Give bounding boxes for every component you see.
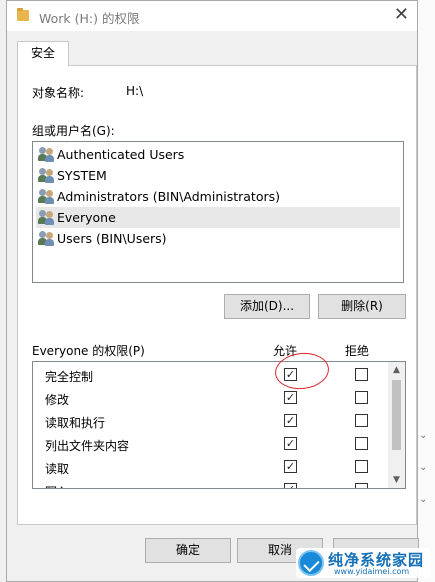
deny-checkbox[interactable] bbox=[355, 368, 368, 381]
allow-checkbox[interactable]: ✓ bbox=[284, 460, 297, 473]
list-item-users[interactable]: Users (BIN\Users) bbox=[36, 228, 400, 249]
deny-column-header: 拒绝 bbox=[345, 344, 370, 358]
allow-checkbox[interactable]: ✓ bbox=[284, 391, 297, 404]
permission-row-write: 写入 ✓ bbox=[33, 479, 389, 488]
list-item-label: SYSTEM bbox=[57, 168, 107, 183]
list-item-label: Authenticated Users bbox=[57, 147, 185, 162]
list-item-administrators[interactable]: Administrators (BIN\Administrators) bbox=[36, 186, 400, 207]
background-icons: ⌄ ⌄ ⌄ bbox=[419, 430, 428, 505]
title-bar: Work (H:) 的权限 ✕ bbox=[7, 1, 417, 31]
user-group-icon bbox=[38, 231, 56, 246]
object-name-value: H:\ bbox=[126, 84, 144, 98]
deny-checkbox[interactable] bbox=[355, 391, 368, 404]
permission-row-full-control: 完全控制 ✓ bbox=[33, 364, 389, 387]
close-button[interactable]: ✕ bbox=[394, 4, 409, 25]
ok-button[interactable]: 确定 bbox=[145, 538, 231, 563]
permission-name: 读取和执行 bbox=[45, 416, 106, 430]
list-item-everyone[interactable]: Everyone bbox=[36, 207, 400, 228]
permission-row-list-folder: 列出文件夹内容 ✓ bbox=[33, 433, 389, 456]
group-user-list[interactable]: Authenticated Users SYSTEM Administrator… bbox=[32, 141, 404, 283]
user-group-icon bbox=[38, 147, 56, 162]
tab-security[interactable]: 安全 bbox=[17, 41, 69, 66]
permission-row-modify: 修改 ✓ bbox=[33, 387, 389, 410]
permission-name: 读取 bbox=[45, 462, 70, 476]
permission-row-read-execute: 读取和执行 ✓ bbox=[33, 410, 389, 433]
list-item-label: Everyone bbox=[57, 210, 116, 225]
permissions-scrollbar[interactable]: ▲ ▼ bbox=[388, 362, 405, 488]
user-group-icon bbox=[38, 210, 56, 225]
permission-name: 写入 bbox=[45, 483, 69, 488]
permission-name: 完全控制 bbox=[45, 370, 94, 384]
security-panel: 对象名称: H:\ 组或用户名(G): Authenticated Users … bbox=[17, 65, 417, 525]
scroll-up-icon[interactable]: ▲ bbox=[388, 362, 405, 378]
add-button[interactable]: 添加(D)... bbox=[224, 294, 310, 319]
remove-button[interactable]: 删除(R) bbox=[318, 294, 406, 319]
allow-checkbox[interactable]: ✓ bbox=[284, 414, 297, 427]
watermark-url: www.yidaimei.com bbox=[334, 567, 410, 576]
deny-checkbox[interactable] bbox=[355, 483, 368, 488]
deny-checkbox[interactable] bbox=[355, 437, 368, 450]
list-item-label: Administrators (BIN\Administrators) bbox=[57, 189, 280, 204]
group-list-label: 组或用户名(G): bbox=[32, 124, 115, 138]
window-title: Work (H:) 的权限 bbox=[39, 11, 140, 26]
scroll-down-icon[interactable]: ▼ bbox=[388, 472, 405, 488]
deny-checkbox[interactable] bbox=[355, 414, 368, 427]
watermark-logo: 纯净系统家园 www.yidaimei.com bbox=[296, 548, 431, 578]
permissions-list: 完全控制 ✓ 修改 ✓ 读取和执行 ✓ 列出文件夹内容 ✓ 读取 ✓ ▲ ▼ bbox=[32, 361, 406, 489]
user-group-icon bbox=[38, 168, 56, 183]
permissions-dialog: Work (H:) 的权限 ✕ 安全 对象名称: H:\ 组或用户名(G): A… bbox=[6, 0, 419, 582]
permissions-label: Everyone 的权限(P) bbox=[32, 344, 145, 358]
permission-name: 修改 bbox=[45, 393, 70, 407]
allow-checkbox[interactable]: ✓ bbox=[284, 437, 297, 450]
object-name-label: 对象名称: bbox=[32, 86, 85, 100]
user-group-icon bbox=[38, 189, 56, 204]
allow-checkbox[interactable]: ✓ bbox=[284, 483, 297, 488]
permission-name: 列出文件夹内容 bbox=[45, 439, 130, 453]
checkmark-logo-icon bbox=[298, 550, 324, 576]
folder-icon bbox=[17, 8, 29, 21]
list-item-system[interactable]: SYSTEM bbox=[36, 165, 400, 186]
permission-row-read: 读取 ✓ bbox=[33, 456, 389, 479]
list-item-label: Users (BIN\Users) bbox=[57, 231, 167, 246]
scrollbar-thumb[interactable] bbox=[392, 380, 401, 450]
deny-checkbox[interactable] bbox=[355, 460, 368, 473]
list-item-authenticated-users[interactable]: Authenticated Users bbox=[36, 144, 400, 165]
